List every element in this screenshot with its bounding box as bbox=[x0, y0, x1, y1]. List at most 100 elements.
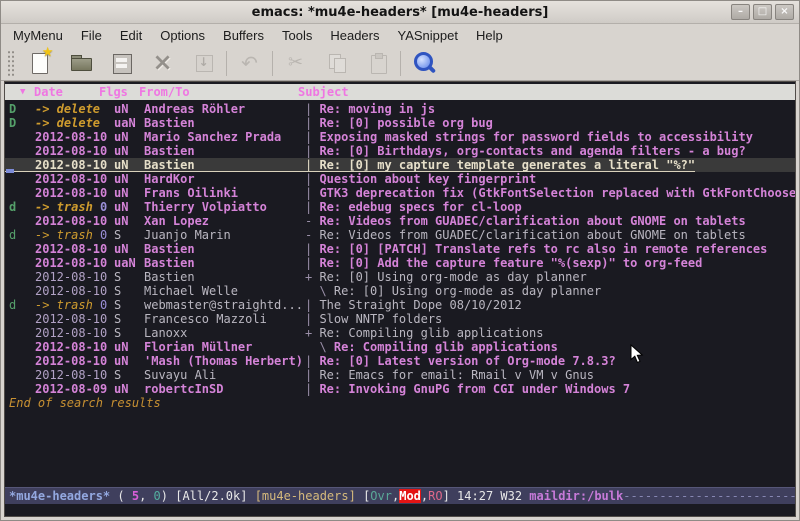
empty-buffer-space bbox=[5, 410, 795, 487]
menu-item-options[interactable]: Options bbox=[151, 26, 214, 45]
new-file-icon bbox=[28, 51, 52, 75]
copy-button bbox=[316, 48, 357, 78]
message-row[interactable]: 2012-08-10uNMario Sanchez Prada| Exposin… bbox=[5, 130, 795, 144]
row-marker bbox=[5, 256, 35, 270]
menu-item-headers[interactable]: Headers bbox=[321, 26, 388, 45]
modeline-segment-mod: Mod bbox=[399, 489, 421, 503]
row-from: Michael Welle bbox=[144, 284, 305, 298]
message-row[interactable]: 2012-08-10uNBastien| Re: [0] Birthdays, … bbox=[5, 144, 795, 158]
row-flags: uN bbox=[114, 186, 144, 200]
row-marker bbox=[5, 186, 35, 200]
row-from: Frans Oilinki bbox=[144, 186, 305, 200]
toolbar-separator bbox=[272, 51, 273, 76]
row-from: Mario Sanchez Prada bbox=[144, 130, 305, 144]
message-row[interactable]: 2012-08-10uNFlorian Müllner \ Re: Compil… bbox=[5, 340, 795, 354]
row-marker bbox=[5, 368, 35, 382]
toolbar-separator bbox=[226, 51, 227, 76]
menu-item-file[interactable]: File bbox=[72, 26, 111, 45]
paste-button bbox=[357, 48, 398, 78]
row-date: 2012-08-10 bbox=[35, 158, 114, 172]
row-from: 'Mash (Thomas Herbert) bbox=[144, 354, 305, 368]
row-from: Bastien bbox=[144, 144, 305, 158]
row-subject: - Re: Videos from GUADEC/clarification a… bbox=[305, 228, 746, 242]
row-flags: S bbox=[114, 368, 144, 382]
row-subject: | Re: Invoking GnuPG from CGI under Wind… bbox=[305, 382, 630, 396]
minimize-button[interactable]: – bbox=[731, 4, 750, 20]
row-from: Bastien bbox=[144, 256, 305, 270]
message-row[interactable]: 2012-08-10SMichael Welle \ Re: [0] Using… bbox=[5, 284, 795, 298]
row-date: -> trash 0 bbox=[35, 228, 114, 242]
row-subject: | Slow NNTP folders bbox=[305, 312, 442, 326]
toolbar-drag-handle[interactable] bbox=[7, 50, 15, 76]
close-button[interactable]: × bbox=[775, 4, 794, 20]
row-subject: | Re: Emacs for email: Rmail v VM v Gnus bbox=[305, 368, 594, 382]
message-row[interactable]: 2012-08-10uNXan Lopez- Re: Videos from G… bbox=[5, 214, 795, 228]
row-from: Lanoxx bbox=[144, 326, 305, 340]
column-header-flags[interactable]: Flgs bbox=[99, 84, 128, 100]
modeline-segment-ro: RO bbox=[428, 489, 442, 503]
row-date: 2012-08-10 bbox=[35, 326, 114, 340]
modeline-segment-mode: [mu4e-headers] bbox=[255, 489, 356, 503]
row-date: -> trash 0 bbox=[35, 200, 114, 214]
mode-line[interactable]: *mu4e-headers* ( 5, 0) [All/2.0k] [mu4e-… bbox=[5, 487, 795, 504]
search-button[interactable] bbox=[403, 48, 444, 78]
row-date: -> trash 0 bbox=[35, 298, 114, 312]
message-row[interactable]: D-> deleteuaNBastien| Re: [0] possible o… bbox=[5, 116, 795, 130]
row-flags: uN bbox=[114, 102, 144, 116]
menu-item-edit[interactable]: Edit bbox=[111, 26, 151, 45]
row-date: 2012-08-09 bbox=[35, 382, 114, 396]
close-button[interactable] bbox=[142, 48, 183, 78]
row-subject: | Re: [0] [PATCH] Translate refs to rc a… bbox=[305, 242, 767, 256]
row-from: Francesco Mazzoli bbox=[144, 312, 305, 326]
column-header-date[interactable]: Date bbox=[34, 84, 63, 100]
row-flags: uN bbox=[114, 130, 144, 144]
message-row[interactable]: 2012-08-10SFrancesco Mazzoli| Slow NNTP … bbox=[5, 312, 795, 326]
row-subject: | Re: [0] Add the capture feature "%(sex… bbox=[305, 256, 702, 270]
row-marker bbox=[5, 284, 35, 298]
row-subject: + Re: Compiling glib applications bbox=[305, 326, 543, 340]
row-flags: uN bbox=[114, 340, 144, 354]
menu-item-mymenu[interactable]: MyMenu bbox=[4, 26, 72, 45]
message-row[interactable]: 2012-08-10uNBastien| Re: [0] my capture … bbox=[5, 158, 795, 172]
message-row[interactable]: d-> trash 0uNThierry Volpiatto| Re: edeb… bbox=[5, 200, 795, 214]
message-row[interactable]: 2012-08-09uNrobertcInSD| Re: Invoking Gn… bbox=[5, 382, 795, 396]
echo-area[interactable] bbox=[5, 504, 795, 516]
toolbar-separator bbox=[400, 51, 401, 76]
column-header-from[interactable]: From/To bbox=[139, 84, 190, 100]
column-header-subject[interactable]: Subject bbox=[298, 84, 349, 100]
message-row[interactable]: d-> trash 0Swebmaster@straightd...| The … bbox=[5, 298, 795, 312]
row-date: 2012-08-10 bbox=[35, 340, 114, 354]
menu-item-help[interactable]: Help bbox=[467, 26, 512, 45]
row-from: Florian Müllner bbox=[144, 340, 305, 354]
modeline-segment-ovr: Ovr bbox=[370, 489, 392, 503]
maximize-button[interactable]: □ bbox=[753, 4, 772, 20]
message-row[interactable]: 2012-08-10uNHardKor| Question about key … bbox=[5, 172, 795, 186]
close-icon bbox=[151, 51, 175, 75]
save-file-button[interactable] bbox=[101, 48, 142, 78]
toolbar bbox=[1, 46, 799, 81]
row-flags: uN bbox=[114, 158, 144, 172]
row-subject: | Exposing masked strings for password f… bbox=[305, 130, 753, 144]
message-row[interactable]: d-> trash 0SJuanjo Marin- Re: Videos fro… bbox=[5, 228, 795, 242]
sort-direction-icon[interactable]: ▼ bbox=[20, 84, 25, 100]
message-row[interactable]: 2012-08-10uaNBastien| Re: [0] Add the ca… bbox=[5, 256, 795, 270]
menu-bar: MyMenuFileEditOptionsBuffersToolsHeaders… bbox=[1, 24, 799, 46]
message-row[interactable]: 2012-08-10SSuvayu Ali| Re: Emacs for ema… bbox=[5, 368, 795, 382]
modeline-segment-maildir: maildir:/bulk bbox=[529, 489, 623, 503]
menu-item-buffers[interactable]: Buffers bbox=[214, 26, 273, 45]
undo-button bbox=[229, 48, 270, 78]
message-row[interactable]: 2012-08-10uNBastien| Re: [0] [PATCH] Tra… bbox=[5, 242, 795, 256]
new-file-button[interactable] bbox=[19, 48, 60, 78]
row-from: Thierry Volpiatto bbox=[144, 200, 305, 214]
menu-item-yasnippet[interactable]: YASnippet bbox=[388, 26, 466, 45]
message-row[interactable]: 2012-08-10SLanoxx+ Re: Compiling glib ap… bbox=[5, 326, 795, 340]
menu-item-tools[interactable]: Tools bbox=[273, 26, 321, 45]
header-line: ▼ Date Flgs From/To Subject bbox=[5, 84, 795, 100]
message-row[interactable]: 2012-08-10SBastien+ Re: [0] Using org-mo… bbox=[5, 270, 795, 284]
title-bar: emacs: *mu4e-headers* [mu4e-headers] –□× bbox=[1, 1, 799, 24]
modeline-segment-plain: ) [All/2.0k] bbox=[161, 489, 255, 503]
message-row[interactable]: 2012-08-10uN'Mash (Thomas Herbert)| Re: … bbox=[5, 354, 795, 368]
open-file-button[interactable] bbox=[60, 48, 101, 78]
message-row[interactable]: 2012-08-10uNFrans Oilinki| GTK3 deprecat… bbox=[5, 186, 795, 200]
message-row[interactable]: D-> deleteuNAndreas Röhler| Re: moving i… bbox=[5, 102, 795, 116]
